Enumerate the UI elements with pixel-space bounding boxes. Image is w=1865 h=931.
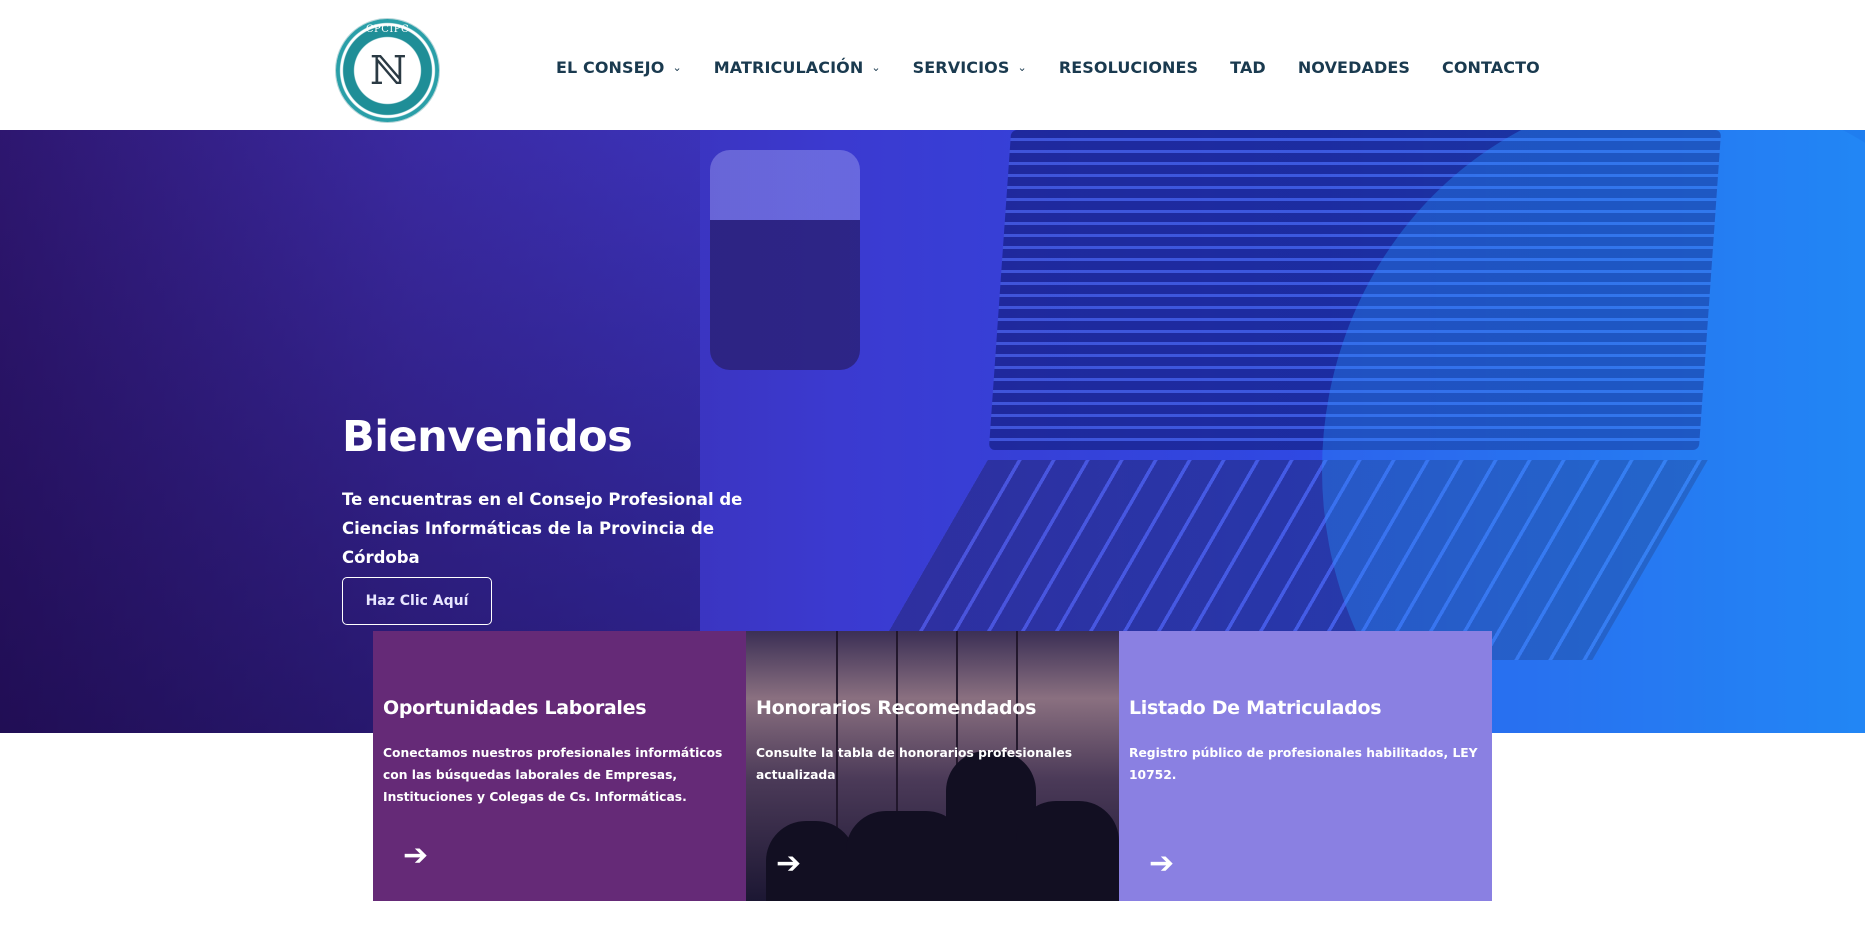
nav-label: EL CONSEJO bbox=[556, 58, 665, 77]
nav-item-tad[interactable]: TAD bbox=[1230, 58, 1266, 77]
arrow-right-icon[interactable]: ➔ bbox=[1149, 849, 1174, 879]
card-title: Oportunidades Laborales bbox=[383, 697, 647, 719]
card-description: Consulte la tabla de honorarios profesio… bbox=[756, 746, 1073, 782]
arrow-right-icon[interactable]: ➔ bbox=[403, 841, 428, 871]
nav-item-resoluciones[interactable]: RESOLUCIONES bbox=[1059, 58, 1198, 77]
card-title: Listado De Matriculados bbox=[1129, 697, 1382, 719]
meeting-silhouette bbox=[1016, 801, 1119, 901]
card-title: Honorarios Recomendados bbox=[756, 697, 1037, 719]
nav-label: MATRICULACIÓN bbox=[713, 58, 864, 77]
hero-subtitle: Te encuentras en el Consejo Profesional … bbox=[342, 490, 743, 567]
logo-emblem-icon: ℕ bbox=[370, 48, 407, 94]
nav-label: TAD bbox=[1230, 58, 1266, 77]
nav-label: CONTACTO bbox=[1442, 58, 1540, 77]
nav-label: SERVICIOS bbox=[912, 58, 1010, 77]
hero-coffee-cup-image bbox=[710, 150, 860, 370]
main-nav: EL CONSEJO ⌄ MATRICULACIÓN ⌄ SERVICIOS ⌄… bbox=[556, 58, 1540, 77]
nav-label: NOVEDADES bbox=[1297, 58, 1410, 77]
arrow-right-icon[interactable]: ➔ bbox=[776, 849, 801, 879]
hero-title: Bienvenidos bbox=[342, 412, 633, 462]
nav-item-novedades[interactable]: NOVEDADES bbox=[1298, 58, 1410, 77]
nav-item-contacto[interactable]: CONTACTO bbox=[1442, 58, 1540, 77]
nav-item-matriculacion[interactable]: MATRICULACIÓN ⌄ bbox=[714, 58, 881, 77]
cpcipc-logo[interactable]: CPCIPC ℕ bbox=[336, 19, 439, 122]
site-header: CPCIPC ℕ EL CONSEJO ⌄ MATRICULACIÓN ⌄ SE… bbox=[0, 0, 1865, 130]
card-description: Registro público de profesionales habili… bbox=[1129, 746, 1478, 782]
nav-item-el-consejo[interactable]: EL CONSEJO ⌄ bbox=[556, 58, 682, 77]
feature-cards: Oportunidades Laborales Conectamos nuest… bbox=[373, 631, 1492, 901]
chevron-down-icon: ⌄ bbox=[672, 61, 682, 74]
card-oportunidades-laborales[interactable]: Oportunidades Laborales Conectamos nuest… bbox=[373, 631, 746, 901]
logo-text: CPCIPC bbox=[365, 24, 410, 35]
card-honorarios-recomendados[interactable]: Honorarios Recomendados Consulte la tabl… bbox=[746, 631, 1119, 901]
nav-item-servicios[interactable]: SERVICIOS ⌄ bbox=[913, 58, 1027, 77]
card-listado-matriculados[interactable]: Listado De Matriculados Registro público… bbox=[1119, 631, 1492, 901]
hero-cta-button[interactable]: Haz Clic Aquí bbox=[342, 577, 492, 625]
chevron-down-icon: ⌄ bbox=[871, 61, 881, 74]
card-description: Conectamos nuestros profesionales inform… bbox=[383, 746, 723, 804]
chevron-down-icon: ⌄ bbox=[1017, 61, 1027, 74]
nav-label: RESOLUCIONES bbox=[1058, 58, 1199, 77]
